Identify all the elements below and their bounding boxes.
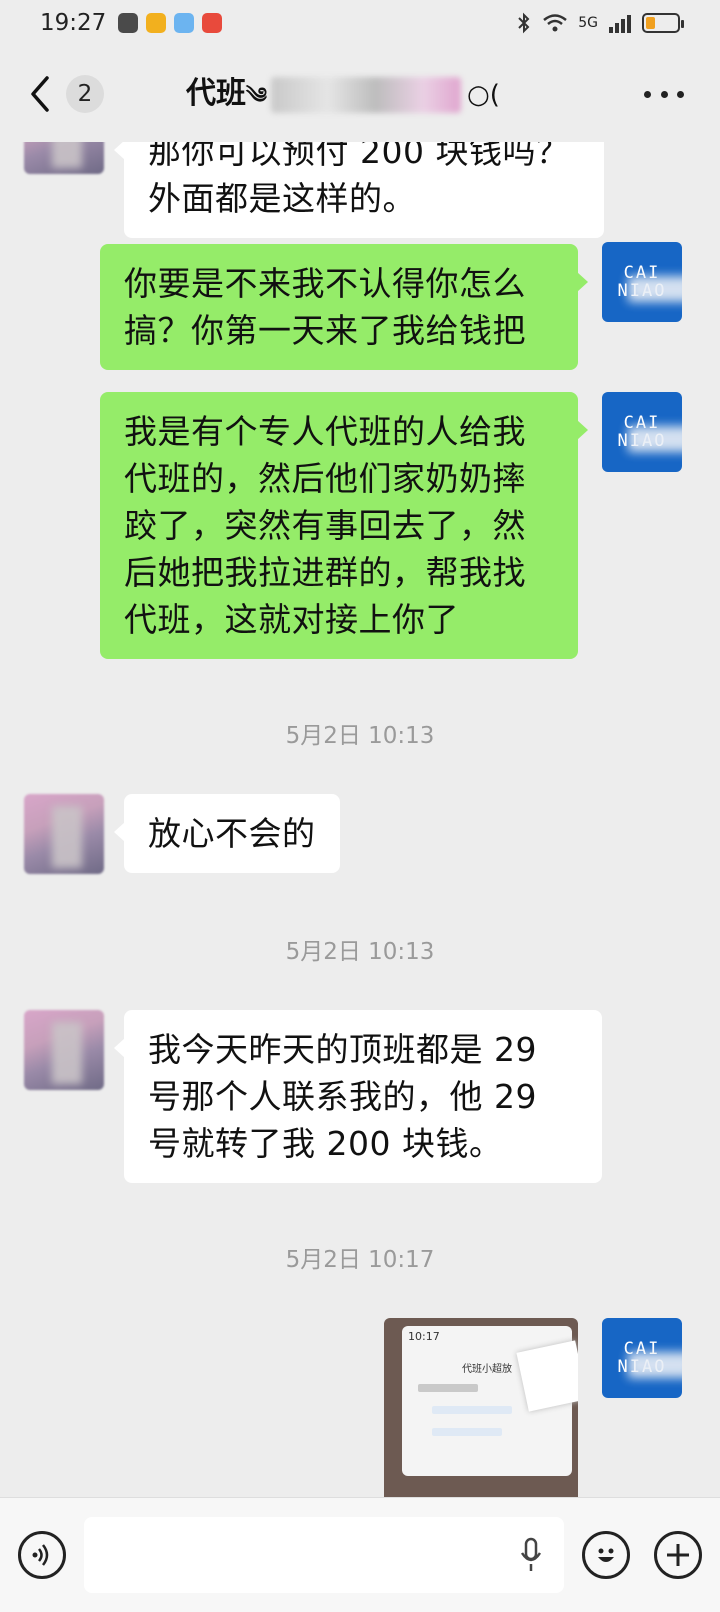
app-notification-icon bbox=[202, 13, 223, 33]
chat-header: 2 代班༄ ○( bbox=[0, 46, 720, 142]
self-avatar[interactable]: CAI NIAO bbox=[602, 1318, 682, 1398]
mic-icon[interactable] bbox=[520, 1537, 542, 1573]
more-dot bbox=[644, 90, 651, 98]
avatar-text-line2: NIAO bbox=[617, 431, 667, 451]
title-decoration-icon: ༄ bbox=[246, 84, 268, 109]
blurred-title-text bbox=[271, 76, 462, 113]
self-avatar[interactable]: CAI NIAO bbox=[602, 242, 682, 322]
avatar-text-line1: CAI bbox=[623, 413, 661, 433]
peer-avatar[interactable] bbox=[24, 142, 104, 174]
message-timestamp: 5月2日 10:17 bbox=[285, 1247, 435, 1273]
screenshot-preview: 10:17 代班小超放 bbox=[402, 1326, 578, 1476]
chat-title-suffix: ○( bbox=[467, 80, 500, 110]
status-bar: 19:27 5G bbox=[0, 0, 720, 46]
message-bubble-self[interactable]: 我是有个专人代班的人给我 代班的，然后他们家奶奶摔 跤了，突然有事回去了，然 后… bbox=[100, 392, 588, 659]
voice-toggle-button[interactable] bbox=[18, 1531, 66, 1579]
unread-count-badge[interactable]: 2 bbox=[66, 75, 104, 113]
more-options-button[interactable] bbox=[644, 76, 684, 112]
wifi-icon bbox=[543, 14, 568, 32]
self-avatar[interactable]: CAI NIAO bbox=[602, 392, 682, 472]
peer-avatar[interactable] bbox=[24, 1010, 104, 1090]
message-timestamp: 5月2日 10:13 bbox=[285, 939, 435, 965]
signal-icon bbox=[609, 15, 631, 33]
message-bubble-self[interactable]: 你要是不来我不认得你怎么 搞？你第一天来了我给钱把 bbox=[100, 244, 588, 370]
avatar-text-line2: NIAO bbox=[617, 1357, 667, 1377]
chat-title-prefix: 代班 bbox=[186, 76, 246, 111]
screenshot-title: 代班小超放 bbox=[462, 1364, 512, 1375]
peer-avatar[interactable] bbox=[24, 794, 104, 874]
avatar-text-line1: CAI bbox=[623, 263, 661, 283]
message-bubble-peer[interactable]: 那你可以预付 200 块钱吗？ 外面都是这样的。 bbox=[114, 142, 604, 238]
screenshot-time: 10:17 bbox=[408, 1330, 440, 1343]
chat-title[interactable]: 代班༄ ○( bbox=[186, 68, 500, 133]
message-input[interactable] bbox=[84, 1517, 564, 1593]
status-time: 19:27 bbox=[40, 10, 107, 36]
avatar-text-line1: CAI bbox=[623, 1339, 661, 1359]
image-message[interactable]: 10:17 代班小超放 bbox=[384, 1318, 578, 1497]
qq-notification-icon bbox=[174, 13, 195, 33]
plus-icon bbox=[667, 1544, 689, 1566]
add-more-button[interactable] bbox=[654, 1531, 702, 1579]
network-type: 5G bbox=[578, 15, 598, 31]
chat-message-list[interactable]: 那你可以预付 200 块钱吗？ 外面都是这样的。 你要是不来我不认得你怎么 搞？… bbox=[0, 142, 720, 1497]
message-timestamp: 5月2日 10:13 bbox=[285, 723, 435, 749]
message-bubble-peer[interactable]: 我今天昨天的顶班都是 29 号那个人联系我的，他 29 号就转了我 200 块钱… bbox=[114, 1010, 602, 1183]
message-bubble-peer[interactable]: 放心不会的 bbox=[114, 794, 340, 873]
weather-notification-icon bbox=[146, 13, 167, 33]
more-dot bbox=[677, 90, 684, 98]
chat-input-bar bbox=[0, 1497, 720, 1612]
battery-icon bbox=[642, 13, 684, 33]
voice-icon bbox=[32, 1544, 49, 1566]
emoji-icon bbox=[598, 1548, 614, 1562]
more-dot bbox=[660, 90, 668, 98]
back-button[interactable] bbox=[20, 64, 60, 124]
bluetooth-icon bbox=[518, 12, 530, 34]
avatar-text-line2: NIAO bbox=[617, 281, 667, 301]
chevron-left-icon bbox=[31, 76, 49, 112]
emoji-button[interactable] bbox=[582, 1531, 630, 1579]
message-input-wrap bbox=[84, 1517, 564, 1593]
status-indicators: 5G bbox=[516, 12, 684, 34]
wechat-notification-icon bbox=[118, 13, 139, 33]
